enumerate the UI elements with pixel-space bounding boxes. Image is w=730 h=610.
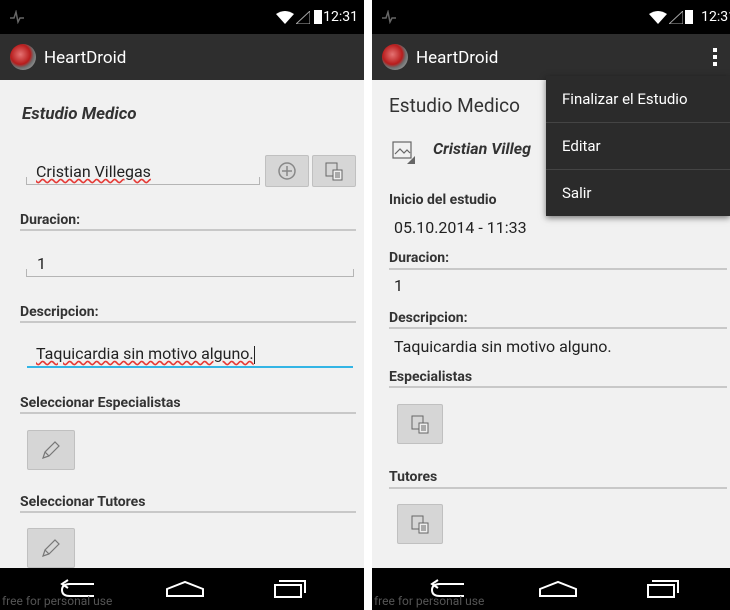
action-bar: HeartDroid	[0, 34, 364, 80]
duracion-divider	[20, 229, 356, 231]
patient-name: Cristian Villeg	[433, 139, 531, 158]
contact-list-icon	[325, 162, 343, 181]
navigation-bar: free for personal use	[0, 568, 364, 610]
pencil-icon	[42, 441, 60, 459]
pulse-icon	[382, 10, 396, 24]
text-cursor	[253, 345, 255, 364]
battery-icon	[314, 10, 322, 24]
action-bar: HeartDroid	[372, 34, 730, 80]
app-logo-icon[interactable]	[10, 44, 36, 70]
battery-icon	[685, 10, 693, 24]
home-icon[interactable]	[165, 580, 205, 598]
pencil-icon	[42, 539, 60, 557]
patient-image-icon	[392, 141, 415, 164]
status-bar: 12:31	[372, 0, 730, 34]
study-detail-screen: 12:31 HeartDroid Estudio Medico Cristian…	[372, 0, 730, 610]
descripcion-divider	[389, 327, 727, 329]
recents-icon[interactable]	[646, 579, 680, 599]
wifi-icon	[276, 11, 294, 24]
edit-study-screen: 12:31 HeartDroid Estudio Medico Cristian…	[0, 0, 364, 610]
watermark: free for personal use	[374, 594, 485, 608]
menu-item-editar[interactable]: Editar	[546, 123, 730, 170]
patient-name-underline	[26, 177, 260, 185]
signal-icon	[669, 11, 683, 24]
especialistas-divider	[389, 386, 727, 388]
add-patient-button[interactable]	[265, 155, 309, 187]
contact-list-icon	[411, 415, 429, 434]
add-circle-icon	[278, 162, 296, 180]
status-bar: 12:31	[0, 0, 364, 34]
descripcion-value: Taquicardia sin motivo alguno.	[36, 344, 254, 363]
menu-item-finalizar[interactable]: Finalizar el Estudio	[546, 76, 730, 123]
duracion-label: Duracion:	[20, 212, 81, 228]
overflow-menu: Finalizar el Estudio Editar Salir	[546, 76, 730, 216]
select-patient-button[interactable]	[312, 155, 356, 187]
tutores-label: Tutores	[389, 469, 438, 485]
duracion-underline	[26, 269, 354, 277]
duracion-divider	[389, 268, 727, 270]
screen-gap	[364, 0, 372, 610]
app-title: HeartDroid	[44, 48, 127, 68]
page-title: Estudio Medico	[22, 104, 137, 124]
status-time: 12:31	[323, 9, 358, 25]
descripcion-label: Descripcion:	[389, 310, 468, 326]
signal-icon	[296, 11, 310, 24]
dot	[713, 55, 717, 59]
especialistas-divider	[20, 412, 356, 414]
dot	[713, 62, 717, 66]
tutores-divider	[389, 487, 727, 489]
duracion-label: Duracion:	[389, 250, 450, 266]
descripcion-value: Taquicardia sin motivo alguno.	[394, 337, 612, 356]
recents-icon[interactable]	[273, 579, 307, 599]
descripcion-focus-underline	[27, 366, 353, 368]
overflow-menu-button[interactable]	[712, 46, 718, 68]
seleccionar-especialistas-label: Seleccionar Especialistas	[20, 395, 181, 411]
app-logo-icon[interactable]	[382, 44, 408, 70]
menu-item-salir[interactable]: Salir	[546, 170, 730, 216]
app-title: HeartDroid	[416, 48, 499, 68]
inicio-value: 05.10.2014 - 11:33	[394, 218, 527, 237]
tutores-divider	[20, 511, 356, 513]
descripcion-label: Descripcion:	[20, 304, 99, 320]
contact-list-icon	[411, 515, 429, 534]
page-title: Estudio Medico	[389, 94, 520, 117]
tutores-list-button[interactable]	[397, 504, 443, 544]
navigation-bar: free for personal use	[372, 568, 730, 610]
wifi-icon	[649, 11, 667, 24]
especialistas-list-button[interactable]	[397, 404, 443, 444]
inicio-label: Inicio del estudio	[389, 192, 497, 208]
edit-especialistas-button[interactable]	[27, 430, 75, 470]
pulse-icon	[10, 10, 24, 24]
especialistas-label: Especialistas	[389, 369, 473, 385]
descripcion-input[interactable]: Taquicardia sin motivo alguno.	[36, 344, 255, 364]
home-icon[interactable]	[538, 580, 578, 598]
duracion-value: 1	[394, 276, 403, 295]
edit-tutores-button[interactable]	[27, 528, 75, 568]
descripcion-divider	[20, 321, 356, 323]
status-time: 12:31	[701, 9, 730, 25]
dot	[713, 48, 717, 52]
seleccionar-tutores-label: Seleccionar Tutores	[20, 494, 146, 510]
watermark: free for personal use	[2, 594, 113, 608]
